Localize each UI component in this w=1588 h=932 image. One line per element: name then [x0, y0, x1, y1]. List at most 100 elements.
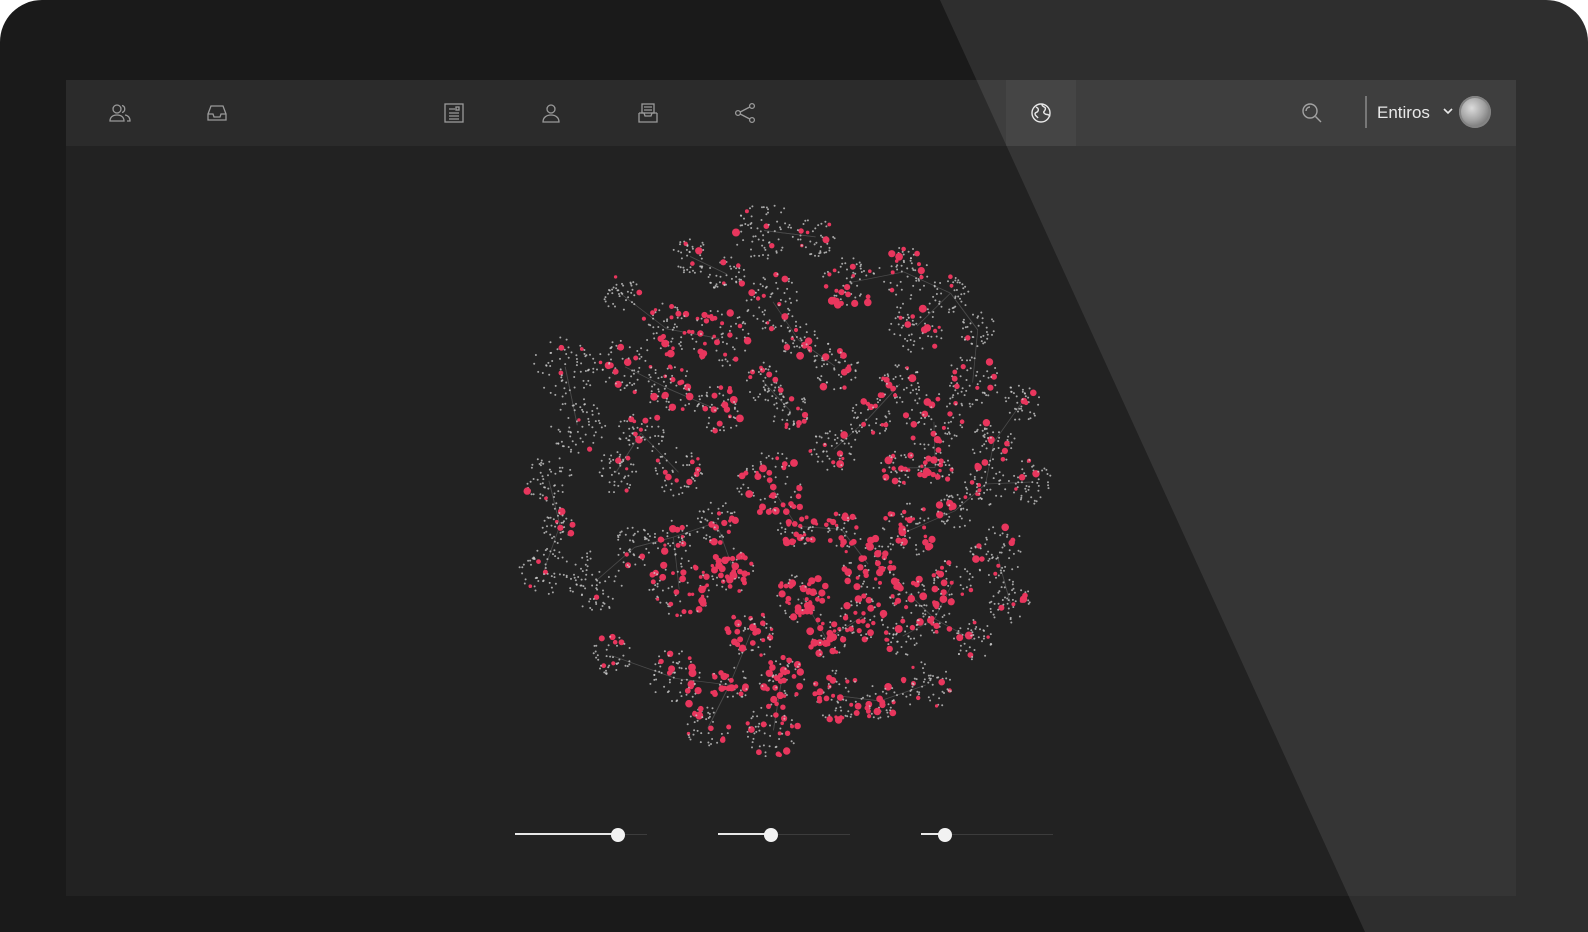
graph-node [554, 555, 557, 558]
graph-node [946, 519, 949, 522]
graph-node [1023, 472, 1026, 475]
graph-node [988, 557, 991, 560]
graph-node [965, 379, 968, 381]
graph-node-highlight [816, 688, 824, 696]
archive-icon[interactable] [634, 99, 662, 127]
graph-node [574, 579, 577, 582]
graph-node [947, 495, 950, 498]
graph-node [664, 452, 667, 455]
graph-node [540, 459, 543, 462]
graph-node-highlight [680, 368, 684, 372]
graph-node [623, 642, 626, 645]
graph-node [916, 690, 919, 693]
graph-node [759, 283, 762, 286]
slider-2[interactable] [718, 824, 850, 846]
graph-node [810, 453, 813, 456]
graph-node [561, 466, 564, 469]
graph-node-highlight [845, 679, 850, 684]
graph-node [987, 394, 990, 397]
graph-node-highlight [934, 704, 939, 708]
share-icon[interactable] [731, 99, 759, 127]
graph-node [754, 235, 757, 238]
document-icon[interactable] [440, 99, 468, 127]
slider-1[interactable] [515, 824, 647, 846]
slider-thumb[interactable] [937, 828, 952, 842]
graph-node [718, 392, 721, 395]
graph-link [640, 432, 679, 473]
graph-node [1014, 407, 1016, 410]
graph-node-highlight [760, 620, 766, 626]
graph-node [768, 745, 771, 748]
graph-node [550, 586, 553, 589]
graph-node-highlight [656, 597, 660, 601]
graph-node [754, 725, 757, 728]
graph-node [842, 284, 845, 287]
graph-node [850, 276, 853, 279]
graph-node [692, 269, 694, 272]
graph-node [872, 406, 875, 409]
graph-node [721, 511, 723, 514]
graph-node [974, 431, 977, 433]
graph-node [868, 424, 871, 427]
user-name-label[interactable]: Entiros [1377, 101, 1430, 125]
slider-3[interactable] [921, 824, 1053, 846]
graph-node [573, 376, 576, 378]
graph-node [763, 246, 766, 249]
graph-node [915, 544, 917, 546]
slider-thumb[interactable] [763, 828, 778, 842]
graph-node [779, 727, 782, 730]
graph-node [608, 462, 611, 464]
graph-node-highlight [1018, 474, 1026, 481]
graph-node [553, 549, 556, 552]
graph-node [738, 267, 741, 270]
inbox-icon[interactable] [203, 99, 231, 127]
graph-node [840, 439, 843, 442]
graph-node [625, 299, 627, 302]
graph-node [557, 514, 559, 517]
graph-node [568, 389, 571, 392]
graph-node [890, 641, 893, 644]
graph-node [543, 519, 546, 522]
graph-node [923, 588, 926, 591]
graph-node [815, 453, 818, 456]
graph-node [769, 295, 772, 298]
graph-node [960, 300, 963, 303]
globe-icon[interactable] [1027, 99, 1055, 127]
graph-node [757, 646, 760, 649]
search-icon[interactable] [1298, 99, 1326, 127]
graph-node [615, 344, 618, 347]
graph-node [752, 282, 755, 285]
graph-node [682, 387, 685, 390]
network-graph[interactable] [66, 146, 1516, 816]
graph-node-highlight [653, 308, 658, 312]
graph-node [1003, 544, 1006, 547]
graph-node [793, 490, 796, 493]
graph-node [679, 600, 682, 603]
chevron-down-icon[interactable] [1441, 104, 1455, 118]
graph-node-highlight [794, 722, 801, 730]
graph-node [765, 206, 768, 209]
graph-node [678, 666, 681, 669]
graph-node-highlight [638, 427, 644, 432]
people-icon[interactable] [106, 99, 134, 127]
graph-node [829, 626, 832, 629]
graph-node [904, 630, 907, 633]
graph-node [835, 294, 838, 297]
graph-node-highlight [941, 425, 946, 430]
graph-node-highlight [975, 385, 980, 390]
graph-node [635, 470, 638, 473]
graph-node [855, 601, 858, 604]
graph-node [665, 484, 668, 487]
graph-node [557, 428, 560, 431]
graph-node [927, 335, 930, 338]
slider-thumb[interactable] [610, 828, 625, 842]
graph-node-highlight [904, 517, 909, 521]
user-icon[interactable] [537, 99, 565, 127]
graph-node [660, 671, 663, 674]
graph-node [939, 605, 942, 608]
graph-node [889, 706, 892, 709]
graph-node [858, 574, 861, 577]
graph-node-highlight [611, 661, 616, 666]
avatar[interactable] [1459, 96, 1491, 128]
graph-node [1008, 593, 1011, 596]
